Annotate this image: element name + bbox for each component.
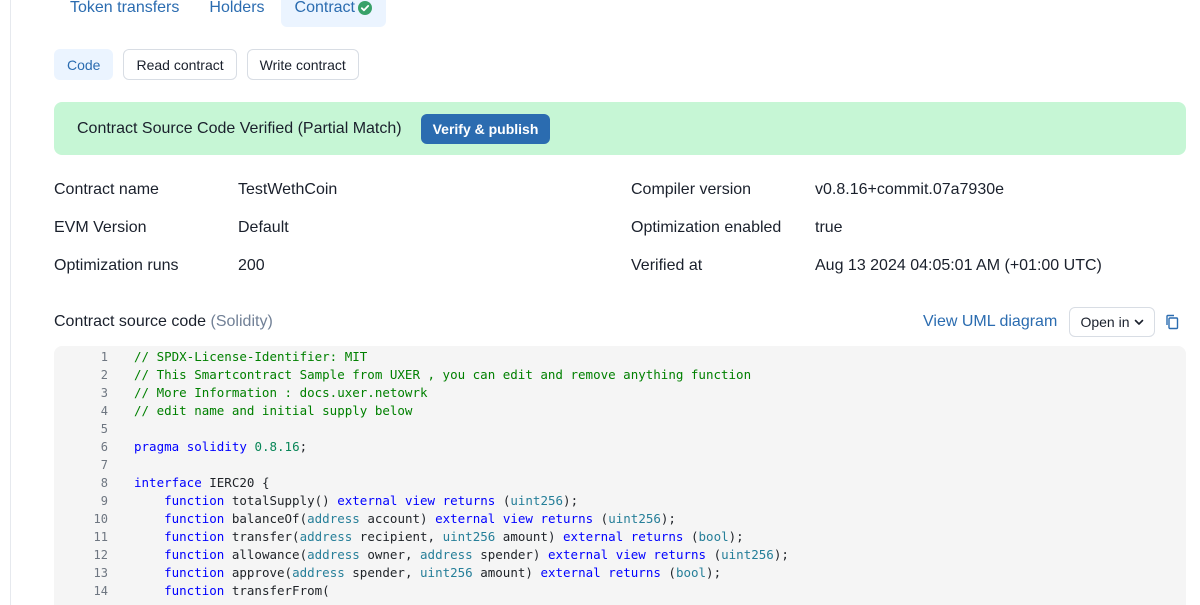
code-line: 1 // SPDX-License-Identifier: MIT xyxy=(54,348,1186,366)
evm-version-label: EVM Version xyxy=(54,219,147,236)
code-text: pragma solidity 0.8.16; xyxy=(134,439,308,454)
subtab-write-contract[interactable]: Write contract xyxy=(246,49,359,80)
contract-name-label: Contract name xyxy=(54,181,159,198)
compiler-version-value: v0.8.16+commit.07a7930e xyxy=(815,181,1005,198)
subtab-read-contract[interactable]: Read contract xyxy=(123,49,237,80)
code-editor[interactable]: 1 // SPDX-License-Identifier: MIT 2 // This… xyxy=(54,346,1186,605)
compiler-version-label: Compiler version xyxy=(631,181,752,198)
line-number: 7 xyxy=(100,458,108,472)
verified-banner: Contract Source Code Verified (Partial M… xyxy=(54,102,1186,155)
open-in-label: Open in xyxy=(1080,314,1130,330)
view-uml-diagram-link[interactable]: View UML diagram xyxy=(923,313,1057,331)
line-number: 9 xyxy=(100,494,108,508)
tab-label: Holders xyxy=(209,0,265,16)
line-number: 3 xyxy=(100,386,108,400)
tab-contract[interactable]: Contract xyxy=(280,0,386,27)
page-left-border xyxy=(10,0,11,605)
optimization-runs-label: Optimization runs xyxy=(54,257,179,274)
code-subtabs: Code Read contract Write contract xyxy=(54,49,359,80)
open-in-dropdown[interactable]: Open in xyxy=(1069,307,1155,337)
line-number: 8 xyxy=(100,476,108,490)
code-line: 8 interface IERC20 { xyxy=(54,474,1186,492)
source-language: (Solidity) xyxy=(210,313,273,330)
code-line: 10 function balanceOf(address account) e… xyxy=(54,510,1186,528)
code-line: 12 function allowance(address owner, add… xyxy=(54,546,1186,564)
tab-label: Contract xyxy=(294,0,355,16)
source-code-title-text: Contract source code xyxy=(54,313,207,330)
line-number: 1 xyxy=(100,350,108,364)
code-text: function balanceOf(address account) exte… xyxy=(164,511,676,526)
code-text: // This Smartcontract Sample from UXER ,… xyxy=(134,367,752,382)
line-number: 14 xyxy=(93,584,108,598)
code-text: // More Information : docs.uxer.netowrk xyxy=(134,385,428,400)
code-text: // edit name and initial supply below xyxy=(134,403,413,418)
line-number: 10 xyxy=(93,512,108,526)
code-line: 3 // More Information : docs.uxer.netowrk xyxy=(54,384,1186,402)
tab-holders[interactable]: Holders xyxy=(194,0,280,27)
code-text: function allowance(address owner, addres… xyxy=(164,547,789,562)
line-number: 4 xyxy=(100,404,108,418)
code-line: 9 function totalSupply() external view r… xyxy=(54,492,1186,510)
optimization-enabled-value: true xyxy=(815,219,843,236)
code-text: function transferFrom( xyxy=(164,583,330,598)
code-line: 6 pragma solidity 0.8.16; xyxy=(54,438,1186,456)
contract-name-value: TestWethCoin xyxy=(238,181,338,198)
line-number: 6 xyxy=(100,440,108,454)
verified-status-text: Contract Source Code Verified (Partial M… xyxy=(77,119,402,137)
check-circle-icon xyxy=(358,1,372,15)
verified-at-label: Verified at xyxy=(631,257,703,274)
source-code-title: Contract source code (Solidity) xyxy=(54,313,273,331)
code-line: 11 function transfer(address recipient, … xyxy=(54,528,1186,546)
chevron-down-icon xyxy=(1134,319,1143,325)
verified-at-value: Aug 13 2024 04:05:01 AM (+01:00 UTC) xyxy=(815,257,1102,274)
line-number: 12 xyxy=(93,548,108,562)
line-number: 5 xyxy=(100,422,108,436)
code-text: interface IERC20 { xyxy=(134,475,270,490)
optimization-enabled-label: Optimization enabled xyxy=(631,219,782,236)
code-line: 14 function transferFrom( xyxy=(54,582,1186,600)
tab-label: Token transfers xyxy=(70,0,180,16)
code-text: function totalSupply() external view ret… xyxy=(164,493,579,508)
code-line: 13 function approve(address spender, uin… xyxy=(54,564,1186,582)
verify-publish-button[interactable]: Verify & publish xyxy=(420,113,551,144)
code-text: function transfer(address recipient, uin… xyxy=(164,529,744,544)
line-number: 2 xyxy=(100,368,108,382)
line-number: 11 xyxy=(93,530,108,544)
code-line: 5 xyxy=(54,420,1186,438)
optimization-runs-value: 200 xyxy=(238,257,265,274)
code-line: 2 // This Smartcontract Sample from UXER … xyxy=(54,366,1186,384)
code-text: function approve(address spender, uint25… xyxy=(164,565,722,580)
code-text: // SPDX-License-Identifier: MIT xyxy=(134,349,368,364)
subtab-code[interactable]: Code xyxy=(54,49,114,80)
code-line: 4 // edit name and initial supply below xyxy=(54,402,1186,420)
evm-version-value: Default xyxy=(238,219,289,236)
code-line: 7 xyxy=(54,456,1186,474)
tab-token-transfers[interactable]: Token transfers xyxy=(55,0,194,27)
contract-tabs: Token transfers Holders Contract xyxy=(55,0,386,27)
line-number: 13 xyxy=(93,566,108,580)
copy-icon[interactable] xyxy=(1165,314,1179,330)
